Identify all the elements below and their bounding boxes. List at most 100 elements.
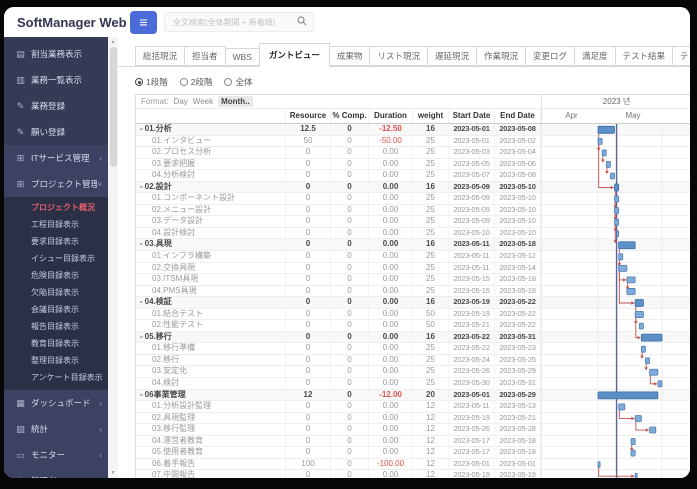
collapse-toggle-icon[interactable]: - <box>140 297 143 306</box>
tab-8[interactable]: 作業現況 <box>475 46 526 66</box>
table-row[interactable]: 05.使用者教育 0 0 0.00 12 2023-05-17 2023-05-18 <box>136 447 690 459</box>
resource-cell: 0 <box>286 274 331 285</box>
table-row[interactable]: 07.中間報告 0 0 0.00 12 2023-05-19 2023-05-19 <box>136 470 690 478</box>
sidebar-item-request-register[interactable]: ✎ 願い登録 <box>4 119 108 145</box>
collapse-toggle-icon[interactable]: - <box>140 390 143 399</box>
sidebar-item-project-mgmt[interactable]: ⊞ プロジェクト管理 ˅ <box>4 171 108 197</box>
sidebar-item-task-register[interactable]: ✎ 業務登録 <box>4 93 108 119</box>
scroll-up-icon[interactable]: ▲ <box>108 39 118 45</box>
table-row[interactable]: 04.PMS具現 0 0 0.00 25 2023-05-15 2023-05-18 <box>136 285 690 298</box>
tab-10[interactable]: 満足度 <box>574 46 616 66</box>
tab-5[interactable]: 成果物 <box>328 46 371 66</box>
sidebar-subitem[interactable]: 工程目録表示 <box>4 216 108 233</box>
sidebar-item-statistics[interactable]: ▨ 統計 ‹ <box>4 416 108 442</box>
sidebar-subitem[interactable]: 報告目録表示 <box>4 318 108 335</box>
table-row[interactable]: 02.具現監理 0 0 0.00 12 2023-05-19 2023-05-21 <box>136 412 690 425</box>
search-input[interactable] <box>171 16 293 28</box>
start-cell: 2023-05-19 <box>449 470 495 478</box>
sidebar-subitem[interactable]: 教育目録表示 <box>4 335 108 352</box>
sidebar-subitem[interactable]: 欠陥目録表示 <box>4 284 108 301</box>
collapse-toggle-icon[interactable]: - <box>140 239 143 248</box>
tab-6[interactable]: リスト現況 <box>369 46 428 66</box>
table-row[interactable]: -05.移行 0 0 0.00 16 2023-05-22 2023-05-31 <box>136 331 690 344</box>
sidebar-item-admin[interactable]: ⚙ 管理者‹ <box>4 468 108 478</box>
sidebar-subitem[interactable]: 整理目録表示 <box>4 352 108 369</box>
scrollbar-thumb[interactable] <box>109 47 117 167</box>
radio-icon[interactable] <box>135 78 143 86</box>
radio-icon[interactable] <box>179 78 188 86</box>
sidebar-item-task-list[interactable]: ▥ 業務一覧表示 <box>4 67 108 93</box>
sidebar-subitem[interactable]: プロジェクト概況 <box>4 199 108 216</box>
table-row[interactable]: 03.要求把握 0 0 0.00 25 2023-05-05 2023-05-06 <box>136 158 690 171</box>
format-option-month[interactable]: Month.. <box>218 96 253 107</box>
sidebar-item-dashboard[interactable]: ▦ ダッシュボード ‹ <box>4 390 108 416</box>
table-row[interactable]: 03.移行監理 0 0 0.00 12 2023-05-26 2023-05-28 <box>136 424 690 436</box>
hamburger-menu-button[interactable]: ≡ <box>130 11 157 34</box>
tab-1[interactable]: 総括現況 <box>135 46 186 66</box>
search-icon[interactable] <box>297 13 307 31</box>
grid-icon: ⊞ <box>16 178 25 189</box>
start-cell: 2023-05-11 <box>449 239 495 251</box>
table-row[interactable]: 01.インタビュー 50 0 -50.00 25 2023-05-01 2023-05-02 <box>136 135 690 148</box>
sidebar-item-monitor[interactable]: ▭ モニター ‹ <box>4 442 108 468</box>
table-row[interactable]: 02.性能テスト 0 0 0.00 50 2023-05-21 2023-05-22 <box>136 320 690 332</box>
tab-7[interactable]: 遅延現況 <box>426 46 477 66</box>
table-row[interactable]: 01.移行準備 0 0 0.00 25 2023-05-22 2023-05-23 <box>136 343 690 355</box>
collapse-toggle-icon[interactable]: - <box>140 182 143 191</box>
table-row[interactable]: -02.設計 0 0 0.00 16 2023-05-09 2023-05-10 <box>136 181 690 194</box>
sidebar-subitem[interactable]: 会議目録表示 <box>4 301 108 318</box>
task-name-cell: 01.コンポーネント設計 <box>136 193 286 204</box>
table-row[interactable]: 01.分析設計監理 0 0 0.00 12 2023-05-11 2023-05-13 <box>136 401 690 413</box>
resource-cell: 0 <box>286 239 331 251</box>
task-name-cell: 04.分析検討 <box>136 170 286 181</box>
table-row[interactable]: 06.着手報告 100 0 -100.00 12 2023-05-01 2023-05-01 <box>136 458 690 471</box>
sidebar-subitem[interactable]: 危険目録表示 <box>4 267 108 284</box>
table-row[interactable]: 02.移行 0 0 0.00 25 2023-05-24 2023-05-25 <box>136 354 690 367</box>
tab-4[interactable]: ガントビュー <box>258 43 330 67</box>
radio-option-2[interactable]: 2段階 <box>179 76 212 88</box>
comp-cell: 0 <box>331 274 369 285</box>
format-option-week[interactable]: Week <box>193 97 213 106</box>
tab-9[interactable]: 変更ログ <box>524 46 575 66</box>
sidebar-item-it-service-mgmt[interactable]: ⊞ ITサービス管理 ‹ <box>4 145 108 171</box>
tab-12[interactable]: テストシナリオ <box>672 46 690 66</box>
start-cell: 2023-05-09 <box>449 193 495 204</box>
table-row[interactable]: 02.プロセス分析 0 0 0.00 25 2023-05-03 2023-05-04 <box>136 147 690 159</box>
table-row[interactable]: 04.分析検討 0 0 0.00 25 2023-05-07 2023-05-08 <box>136 170 690 182</box>
table-row[interactable]: 04.検討 0 0 0.00 25 2023-05-30 2023-05-31 <box>136 378 690 390</box>
start-cell: 2023-05-10 <box>449 227 495 239</box>
sidebar-subitem[interactable]: 要求目録表示 <box>4 233 108 250</box>
sidebar-item-assigned-tasks[interactable]: ▤ 割当業務表示 <box>4 41 108 67</box>
tab-2[interactable]: 担当者 <box>184 46 226 66</box>
sidebar-scrollbar[interactable]: ▲ ▼ <box>108 37 118 478</box>
table-row[interactable]: 04.運営者教育 0 0 0.00 12 2023-05-17 2023-05-18 <box>136 435 690 448</box>
radio-option-3[interactable]: 全体 <box>224 76 252 88</box>
collapse-toggle-icon[interactable]: - <box>140 124 143 133</box>
sidebar-subitem[interactable]: イシュー目録表示 <box>4 250 108 267</box>
scroll-down-icon[interactable]: ▼ <box>108 470 118 476</box>
duration-cell: 0.00 <box>369 227 413 239</box>
table-row[interactable]: -06事業管理 12 0 -12.00 20 2023-05-01 2023-05-29 <box>136 389 690 402</box>
comp-cell: 0 <box>331 262 369 274</box>
collapse-toggle-icon[interactable]: - <box>140 332 143 341</box>
table-row[interactable]: -01.分析 12.5 0 -12.50 16 2023-05-01 2023-05-08 <box>136 124 690 136</box>
table-row[interactable]: 02.メニュー設計 0 0 0.00 25 2023-05-09 2023-05-10 <box>136 204 690 217</box>
table-row[interactable]: 03.安定化 0 0 0.00 25 2023-05-26 2023-05-29 <box>136 366 690 379</box>
table-row[interactable]: 01.結合テスト 0 0 0.00 50 2023-05-19 2023-05-22 <box>136 308 690 321</box>
table-row[interactable]: -04.検証 0 0 0.00 16 2023-05-19 2023-05-22 <box>136 297 690 309</box>
table-row[interactable]: 03.データ設計 0 0 0.00 25 2023-05-09 2023-05-10 <box>136 216 690 228</box>
sidebar-subitem[interactable]: アンケート目録表示 <box>4 369 108 386</box>
table-row[interactable]: 01.コンポーネント設計 0 0 0.00 25 2023-05-09 2023-05-10 <box>136 193 690 205</box>
table-row[interactable]: 04.設計検討 0 0 0.00 25 2023-05-10 2023-05-10 <box>136 227 690 240</box>
format-option-day[interactable]: Day <box>174 97 188 106</box>
tab-3[interactable]: WBS <box>224 48 260 66</box>
tab-11[interactable]: テスト結果 <box>614 46 674 66</box>
table-row[interactable]: 03.ITSM具現 0 0 0.00 25 2023-05-15 2023-05-18 <box>136 274 690 286</box>
duration-cell: 0.00 <box>369 331 413 343</box>
radio-icon[interactable] <box>224 78 233 86</box>
chevron-left-icon: ‹ <box>99 477 102 479</box>
table-row[interactable]: -03.具現 0 0 0.00 16 2023-05-11 2023-05-18 <box>136 239 690 252</box>
table-row[interactable]: 02.交換具現 0 0 0.00 25 2023-05-11 2023-05-14 <box>136 262 690 275</box>
radio-option-1[interactable]: 1段階 <box>135 76 168 88</box>
table-row[interactable]: 01.インフラ構築 0 0 0.00 25 2023-05-11 2023-05-12 <box>136 251 690 263</box>
